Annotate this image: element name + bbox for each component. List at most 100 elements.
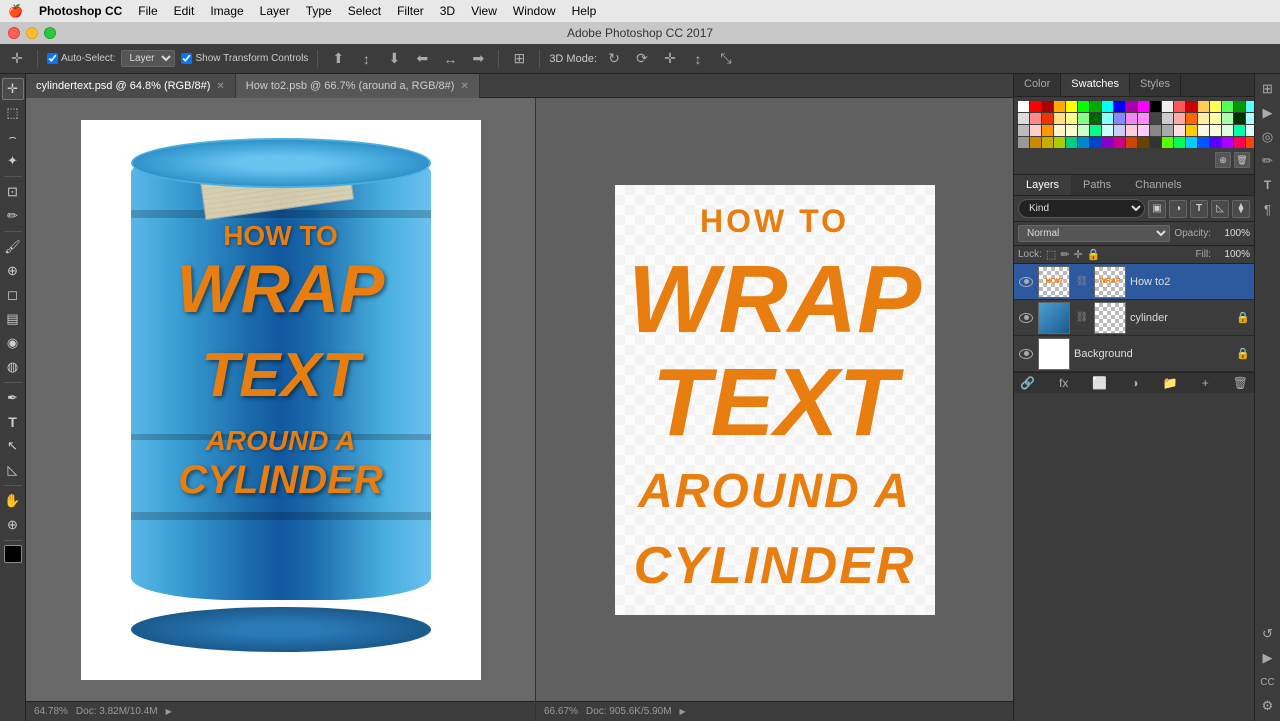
styles-icon[interactable]: ◎: [1257, 126, 1279, 148]
swatch-color[interactable]: [1210, 101, 1221, 112]
3d-roll-icon[interactable]: ⟳: [631, 48, 653, 70]
3d-pan-icon[interactable]: ✛: [659, 48, 681, 70]
close-button[interactable]: [8, 27, 20, 39]
swatch-color[interactable]: [1078, 137, 1089, 148]
swatch-color[interactable]: [1162, 137, 1173, 148]
swatch-color[interactable]: [1078, 113, 1089, 124]
layer-visibility-cylinder[interactable]: [1018, 310, 1034, 326]
minimize-button[interactable]: [26, 27, 38, 39]
swatch-color[interactable]: [1150, 113, 1161, 124]
swatch-color[interactable]: [1210, 137, 1221, 148]
swatch-color[interactable]: [1186, 101, 1197, 112]
left-status-arrow[interactable]: ▶: [166, 707, 172, 716]
right-canvas[interactable]: HOW TO WRAP TEXT AROUND A: [536, 98, 1013, 721]
swatch-color[interactable]: [1090, 113, 1101, 124]
swatch-color[interactable]: [1054, 125, 1065, 136]
swatch-color[interactable]: [1054, 101, 1065, 112]
swatch-color[interactable]: [1090, 101, 1101, 112]
color-tab[interactable]: Color: [1014, 74, 1061, 96]
filter-pixel-icon[interactable]: ▣: [1148, 200, 1166, 218]
swatch-color[interactable]: [1042, 137, 1053, 148]
swatch-color[interactable]: [1174, 113, 1185, 124]
layer-item-background[interactable]: Background 🔒: [1014, 336, 1254, 372]
3d-scale-icon[interactable]: ⤡: [715, 48, 737, 70]
swatch-color[interactable]: [1222, 137, 1233, 148]
swatch-action-delete[interactable]: 🗑: [1234, 152, 1250, 168]
dodge-tool[interactable]: ◍: [2, 356, 24, 378]
maximize-button[interactable]: [44, 27, 56, 39]
swatch-color[interactable]: [1174, 101, 1185, 112]
layer-visibility-howto2[interactable]: [1018, 274, 1034, 290]
auto-select-dropdown[interactable]: Layer: [121, 50, 175, 67]
tab-left-close[interactable]: ✕: [216, 81, 224, 92]
swatch-color[interactable]: [1174, 137, 1185, 148]
swatch-color[interactable]: [1138, 137, 1149, 148]
swatch-color[interactable]: [1102, 113, 1113, 124]
pen-tool[interactable]: ✒: [2, 387, 24, 409]
swatch-color[interactable]: [1102, 125, 1113, 136]
properties-icon[interactable]: ⊞: [1257, 78, 1279, 100]
left-canvas[interactable]: HOW TO WRAP TEXT AROUND A: [26, 98, 536, 721]
magic-wand-tool[interactable]: ✦: [2, 150, 24, 172]
swatch-color[interactable]: [1162, 125, 1173, 136]
swatch-color[interactable]: [1246, 137, 1254, 148]
menu-view[interactable]: View: [471, 4, 497, 18]
menu-select[interactable]: Select: [348, 4, 381, 18]
swatch-color[interactable]: [1198, 125, 1209, 136]
menu-edit[interactable]: Edit: [174, 4, 195, 18]
align-right-icon[interactable]: ➡: [467, 48, 489, 70]
3d-rotate-icon[interactable]: ↻: [603, 48, 625, 70]
add-group-button[interactable]: 📁: [1163, 376, 1178, 390]
auto-select-checkbox[interactable]: Auto-Select:: [47, 53, 115, 64]
path-select-tool[interactable]: ↖: [2, 435, 24, 457]
link-layers-button[interactable]: 🔗: [1020, 376, 1035, 390]
swatch-color[interactable]: [1042, 101, 1053, 112]
tab-left-doc[interactable]: cylindertext.psd @ 64.8% (RGB/8#) ✕: [26, 74, 236, 98]
swatch-color[interactable]: [1078, 101, 1089, 112]
filter-adjust-icon[interactable]: ◑: [1169, 200, 1187, 218]
swatch-color[interactable]: [1150, 101, 1161, 112]
swatch-color[interactable]: [1018, 137, 1029, 148]
swatch-color[interactable]: [1186, 137, 1197, 148]
crop-tool[interactable]: ⊡: [2, 181, 24, 203]
align-vcenter-icon[interactable]: ↕: [355, 48, 377, 70]
swatch-color[interactable]: [1222, 113, 1233, 124]
swatch-color[interactable]: [1150, 125, 1161, 136]
eyedropper-tool[interactable]: ✏: [2, 205, 24, 227]
kind-select[interactable]: Kind: [1018, 199, 1145, 218]
lock-position-icon[interactable]: ✛: [1074, 248, 1083, 261]
swatch-color[interactable]: [1162, 113, 1173, 124]
swatch-color[interactable]: [1138, 113, 1149, 124]
swatch-color[interactable]: [1138, 125, 1149, 136]
swatch-color[interactable]: [1042, 125, 1053, 136]
swatch-color[interactable]: [1246, 125, 1254, 136]
swatches-tab[interactable]: Swatches: [1061, 74, 1130, 96]
swatch-color[interactable]: [1018, 113, 1029, 124]
move-tool[interactable]: ✛: [2, 78, 24, 100]
swatch-color[interactable]: [1198, 137, 1209, 148]
apple-menu[interactable]: 🍎: [8, 4, 23, 18]
swatch-action-create[interactable]: ⊕: [1215, 152, 1231, 168]
swatch-color[interactable]: [1126, 101, 1137, 112]
delete-layer-button[interactable]: 🗑: [1233, 376, 1248, 390]
gradient-tool[interactable]: ▤: [2, 308, 24, 330]
filter-shape-icon[interactable]: ◺: [1211, 200, 1229, 218]
swatch-color[interactable]: [1102, 101, 1113, 112]
menu-filter[interactable]: Filter: [397, 4, 424, 18]
swatch-color[interactable]: [1126, 113, 1137, 124]
swatch-color[interactable]: [1030, 125, 1041, 136]
eraser-tool[interactable]: ◻: [2, 284, 24, 306]
swatch-color[interactable]: [1066, 125, 1077, 136]
right-status-arrow[interactable]: ▶: [680, 707, 686, 716]
shape-tool[interactable]: ◺: [2, 459, 24, 481]
char-icon[interactable]: ¶: [1257, 198, 1279, 220]
dist-icon[interactable]: ⊞: [508, 48, 530, 70]
swatch-color[interactable]: [1066, 137, 1077, 148]
swatch-color[interactable]: [1102, 137, 1113, 148]
lasso-tool[interactable]: ⌢: [2, 126, 24, 148]
swatch-color[interactable]: [1042, 113, 1053, 124]
swatch-color[interactable]: [1198, 101, 1209, 112]
actions-icon[interactable]: ▶: [1257, 647, 1279, 669]
swatch-color[interactable]: [1126, 125, 1137, 136]
layer-item-cylinder[interactable]: ⛓ cylinder 🔒: [1014, 300, 1254, 336]
